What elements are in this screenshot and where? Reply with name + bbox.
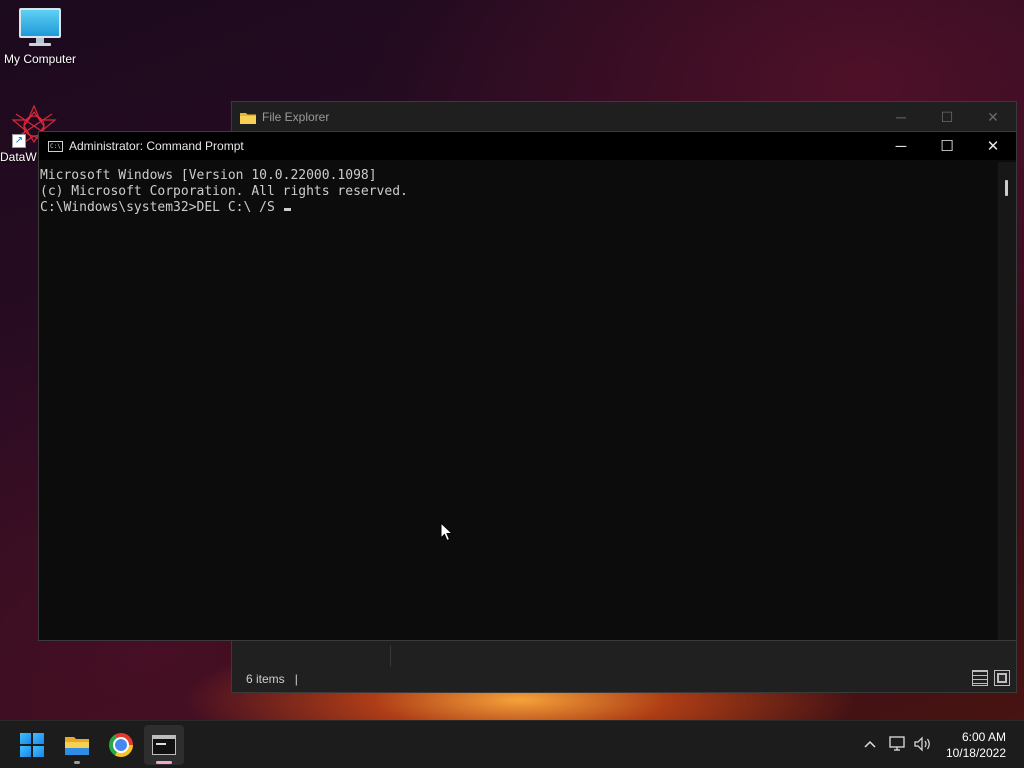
minimize-icon: ─ (896, 109, 906, 125)
console-output[interactable]: Microsoft Windows [Version 10.0.22000.10… (39, 162, 998, 640)
network-icon (889, 736, 905, 751)
active-indicator (156, 761, 172, 764)
command-prompt-icon: C:\ (48, 140, 63, 152)
terminal-icon (152, 735, 176, 755)
minimize-button[interactable]: ─ (878, 132, 924, 160)
scrollbar-thumb[interactable] (1005, 180, 1008, 196)
maximize-button[interactable]: ☐ (924, 132, 970, 160)
status-separator: | (294, 672, 298, 686)
close-icon: ✕ (987, 108, 999, 125)
volume-button[interactable] (912, 733, 934, 755)
text-cursor (283, 208, 291, 211)
maximize-button[interactable]: ☐ (924, 102, 970, 132)
details-view-button[interactable] (972, 670, 988, 686)
console-command: C:\Windows\system32>DEL C:\ /S (40, 200, 283, 215)
start-button[interactable] (12, 725, 52, 765)
minimize-button[interactable]: ─ (878, 102, 924, 132)
taskbar: 6:00 AM 10/18/2022 (0, 720, 1024, 768)
tiles-view-button[interactable] (994, 670, 1010, 686)
file-explorer-titlebar[interactable]: File Explorer ─ ☐ ✕ (232, 102, 1016, 132)
clock[interactable]: 6:00 AM 10/18/2022 (946, 729, 1006, 761)
folder-icon (65, 737, 89, 755)
close-icon: ✕ (986, 138, 1000, 155)
taskbar-chrome[interactable] (101, 725, 141, 765)
taskbar-command-prompt[interactable] (144, 725, 184, 765)
desktop-icon-my-computer[interactable]: My Computer (0, 8, 80, 66)
chevron-up-icon (864, 740, 876, 748)
mouse-pointer-icon (440, 521, 454, 542)
taskbar-file-explorer[interactable] (57, 725, 97, 765)
running-indicator (74, 761, 80, 764)
cmd-titlebar[interactable]: C:\ Administrator: Command Prompt ─ ☐ ✕ (39, 132, 1016, 160)
chrome-icon (109, 733, 133, 757)
windows-logo-icon (20, 733, 44, 757)
command-prompt-window[interactable]: C:\ Administrator: Command Prompt ─ ☐ ✕ … (38, 131, 1017, 641)
minimize-icon: ─ (895, 137, 907, 155)
computer-icon (18, 8, 62, 48)
console-line: (c) Microsoft Corporation. All rights re… (40, 184, 408, 199)
item-count: 6 items (246, 672, 285, 686)
show-hidden-icons-button[interactable] (859, 733, 881, 755)
close-button[interactable]: ✕ (970, 102, 1016, 132)
desktop-icon-label: My Computer (3, 52, 77, 66)
maximize-icon: ☐ (940, 138, 954, 155)
clock-date: 10/18/2022 (945, 746, 1006, 760)
close-button[interactable]: ✕ (970, 132, 1016, 160)
folder-icon (240, 111, 256, 124)
window-title: File Explorer (262, 110, 330, 124)
console-line: Microsoft Windows [Version 10.0.22000.10… (40, 168, 377, 183)
console-prompt-line: C:\Windows\system32>DEL C:\ /S (40, 200, 998, 216)
window-title: Administrator: Command Prompt (69, 139, 244, 153)
status-bar: 6 items | (232, 666, 1016, 692)
speaker-icon (914, 736, 930, 752)
clock-time: 6:00 AM (961, 730, 1006, 744)
vertical-scrollbar[interactable] (998, 162, 1016, 640)
maximize-icon: ☐ (940, 108, 954, 125)
network-button[interactable] (887, 733, 909, 755)
shortcut-arrow-icon: ↗ (12, 134, 26, 148)
divider (390, 646, 391, 666)
